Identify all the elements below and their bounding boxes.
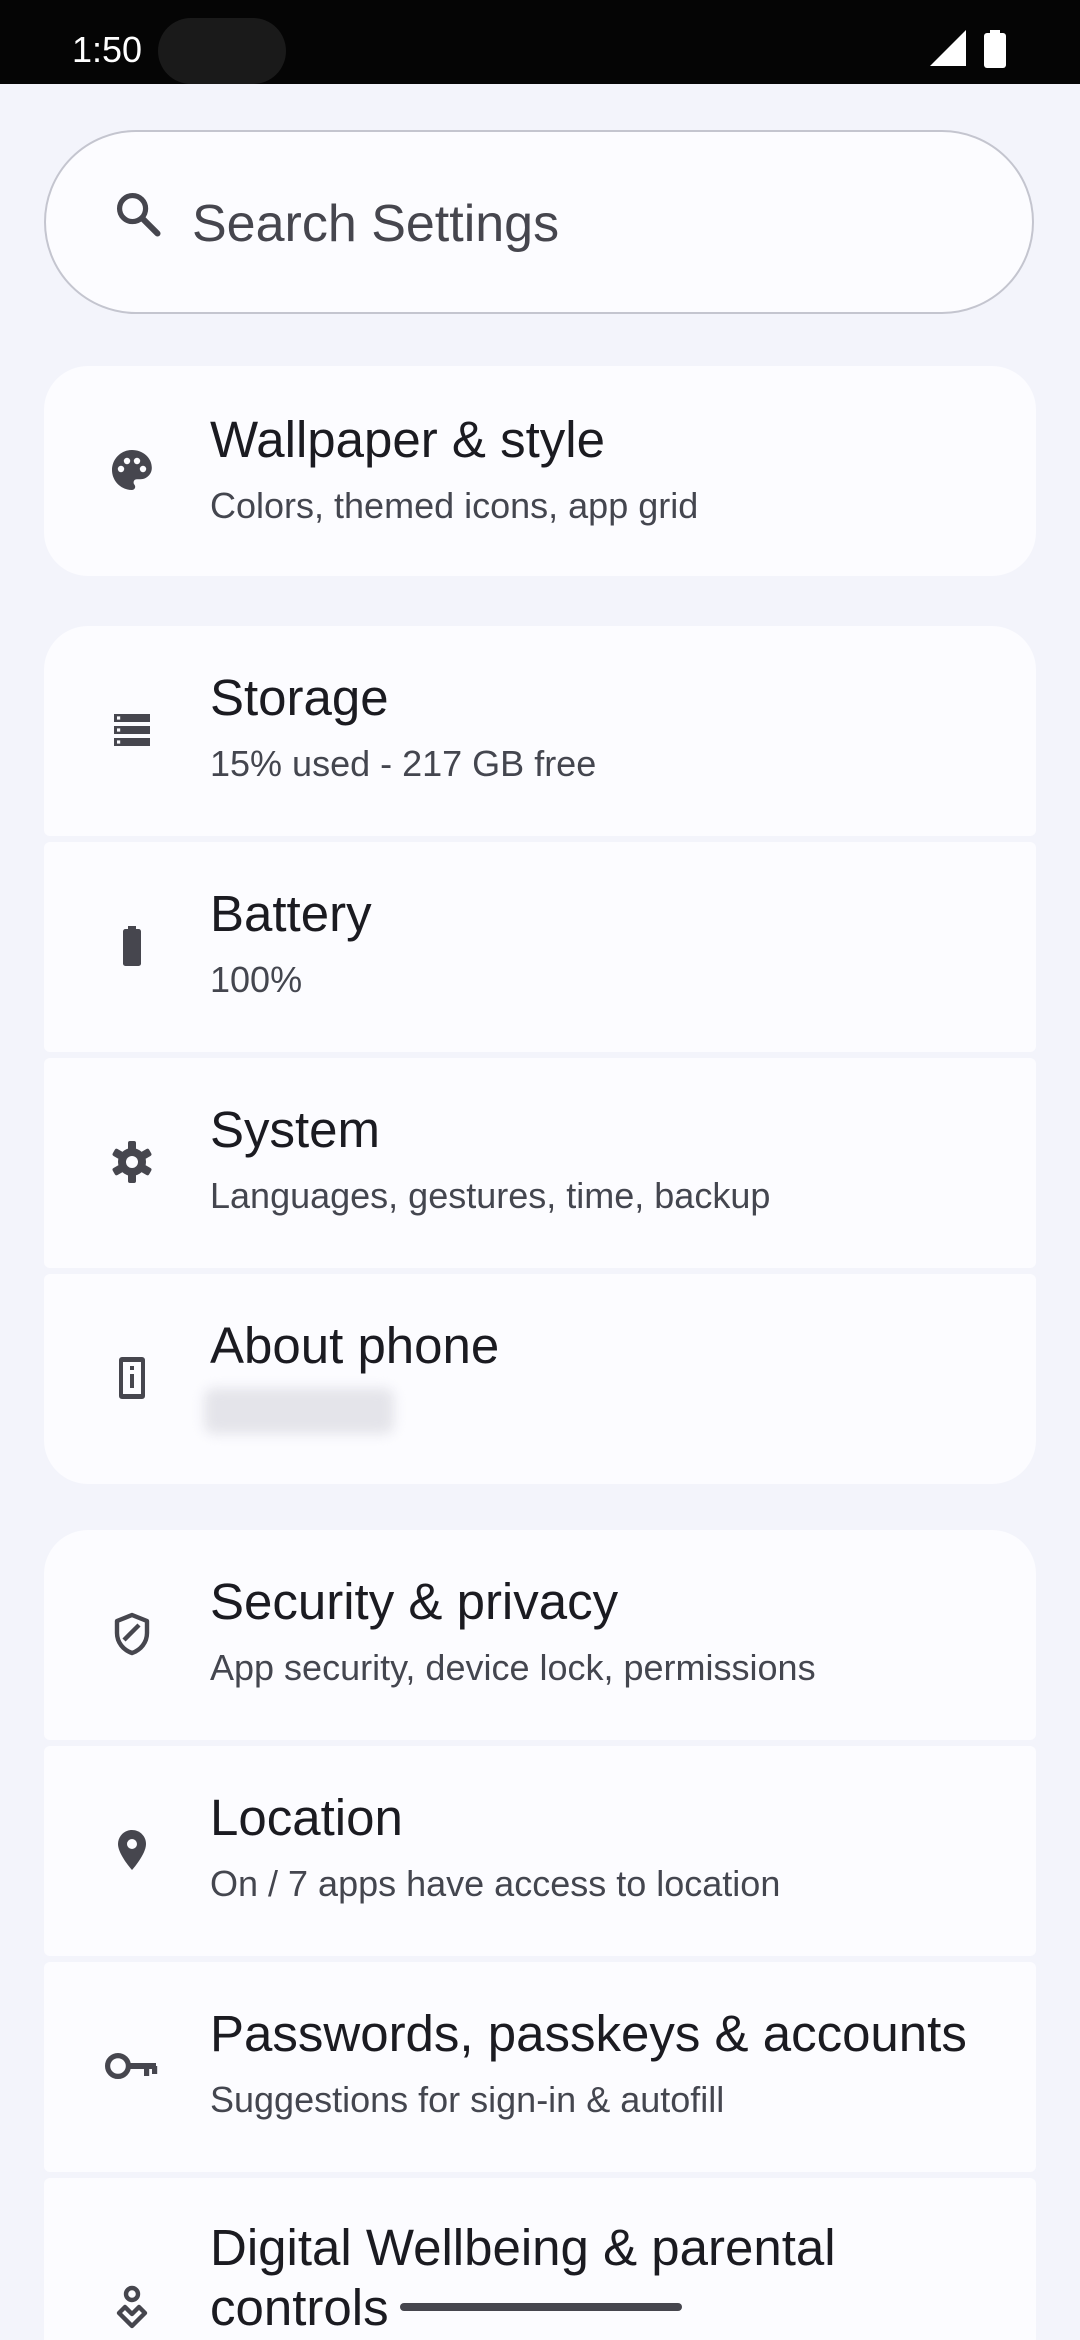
item-subtitle: Suggestions for sign-in & autofill [210,2079,725,2120]
battery-icon [123,926,141,966]
settings-item-security[interactable]: Security & privacy App security, device … [44,1530,1036,1740]
item-title: Passwords, passkeys & accounts [210,2005,967,2062]
search-icon [116,192,161,237]
shield-icon [114,1612,150,1656]
camera-cutout [158,18,286,84]
phone-info-icon [119,1357,145,1399]
gear-icon [112,1141,152,1183]
item-title: Digital Wellbeing & parental controls [210,2219,836,2336]
search-bar[interactable]: Search Settings [44,130,1034,314]
item-title: System [210,1101,381,1158]
item-title: Wallpaper & style [210,411,605,468]
item-title: Storage [210,669,389,726]
settings-item-passwords[interactable]: Passwords, passkeys & accounts Suggestio… [44,1962,1036,2172]
item-subtitle: 100% [210,959,303,1000]
settings-item-digital-wellbeing[interactable]: Digital Wellbeing & parental controls [44,2178,1036,2340]
item-title: Security & privacy [210,1573,619,1630]
settings-item-wallpaper[interactable]: Wallpaper & style Colors, themed icons, … [44,366,1036,576]
search-placeholder: Search Settings [192,195,560,253]
storage-icon [114,714,150,746]
settings-item-location[interactable]: Location On / 7 apps have access to loca… [44,1746,1036,1956]
item-subtitle: Languages, gestures, time, backup [210,1175,771,1216]
palette-icon [112,450,152,490]
settings-item-system[interactable]: System Languages, gestures, time, backup [44,1058,1036,1268]
status-bar: 1:50 [0,0,1080,84]
item-subtitle: Colors, themed icons, app grid [210,485,699,526]
item-subtitle: App security, device lock, permissions [210,1647,816,1688]
battery-icon [984,30,1006,68]
status-time: 1:50 [72,29,143,70]
settings-item-storage[interactable]: Storage 15% used - 217 GB free [44,626,1036,836]
redacted-model-name [204,1388,394,1434]
settings-item-about-phone[interactable]: About phone [44,1274,1036,1484]
settings-item-battery[interactable]: Battery 100% [44,842,1036,1052]
gesture-nav-handle[interactable] [400,2303,682,2311]
key-icon [105,2053,158,2079]
signal-icon [930,30,966,66]
location-pin-icon [118,1830,146,1870]
item-title: Battery [210,885,372,942]
item-title: Location [210,1789,403,1846]
item-subtitle: 15% used - 217 GB free [210,743,597,784]
item-subtitle: On / 7 apps have access to location [210,1863,781,1904]
wellbeing-icon [116,2285,148,2329]
item-title: About phone [210,1317,500,1374]
